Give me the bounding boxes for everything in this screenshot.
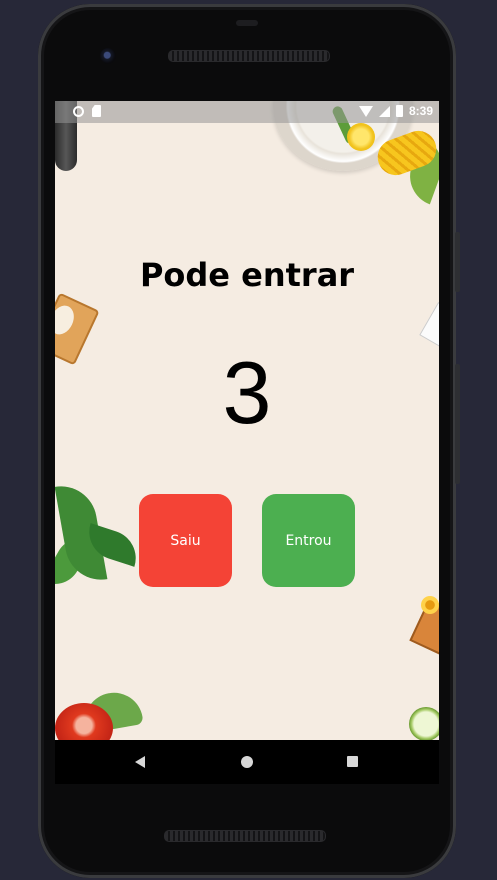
navigation-bar bbox=[55, 740, 439, 784]
wifi-icon bbox=[358, 105, 373, 117]
app-screen: 8:39 Pode entrar 3 Saiu Entrou bbox=[55, 101, 439, 740]
back-icon[interactable] bbox=[135, 756, 145, 768]
status-time: 8:39 bbox=[408, 104, 433, 118]
power-button bbox=[455, 232, 460, 292]
napkin-decoration bbox=[419, 302, 439, 348]
exit-button[interactable]: Saiu bbox=[139, 494, 232, 587]
status-message: Pode entrar bbox=[139, 256, 355, 294]
status-bar: 8:39 bbox=[55, 101, 439, 123]
enter-button[interactable]: Entrou bbox=[262, 494, 355, 587]
home-icon[interactable] bbox=[241, 756, 253, 768]
lemon-decoration bbox=[347, 123, 375, 151]
signal-icon bbox=[378, 105, 390, 117]
battery-icon bbox=[395, 105, 403, 117]
bottom-speaker-grille bbox=[164, 830, 326, 842]
cucumber-decoration bbox=[409, 707, 439, 740]
flower-decoration bbox=[421, 596, 439, 614]
top-speaker-grille bbox=[168, 50, 330, 62]
volume-button bbox=[455, 364, 460, 484]
circle-notification-icon bbox=[73, 105, 84, 117]
earpiece bbox=[236, 20, 258, 26]
people-counter: 3 bbox=[222, 343, 272, 442]
recents-icon[interactable] bbox=[347, 756, 358, 767]
front-camera bbox=[100, 48, 116, 64]
sd-card-icon bbox=[92, 105, 101, 117]
